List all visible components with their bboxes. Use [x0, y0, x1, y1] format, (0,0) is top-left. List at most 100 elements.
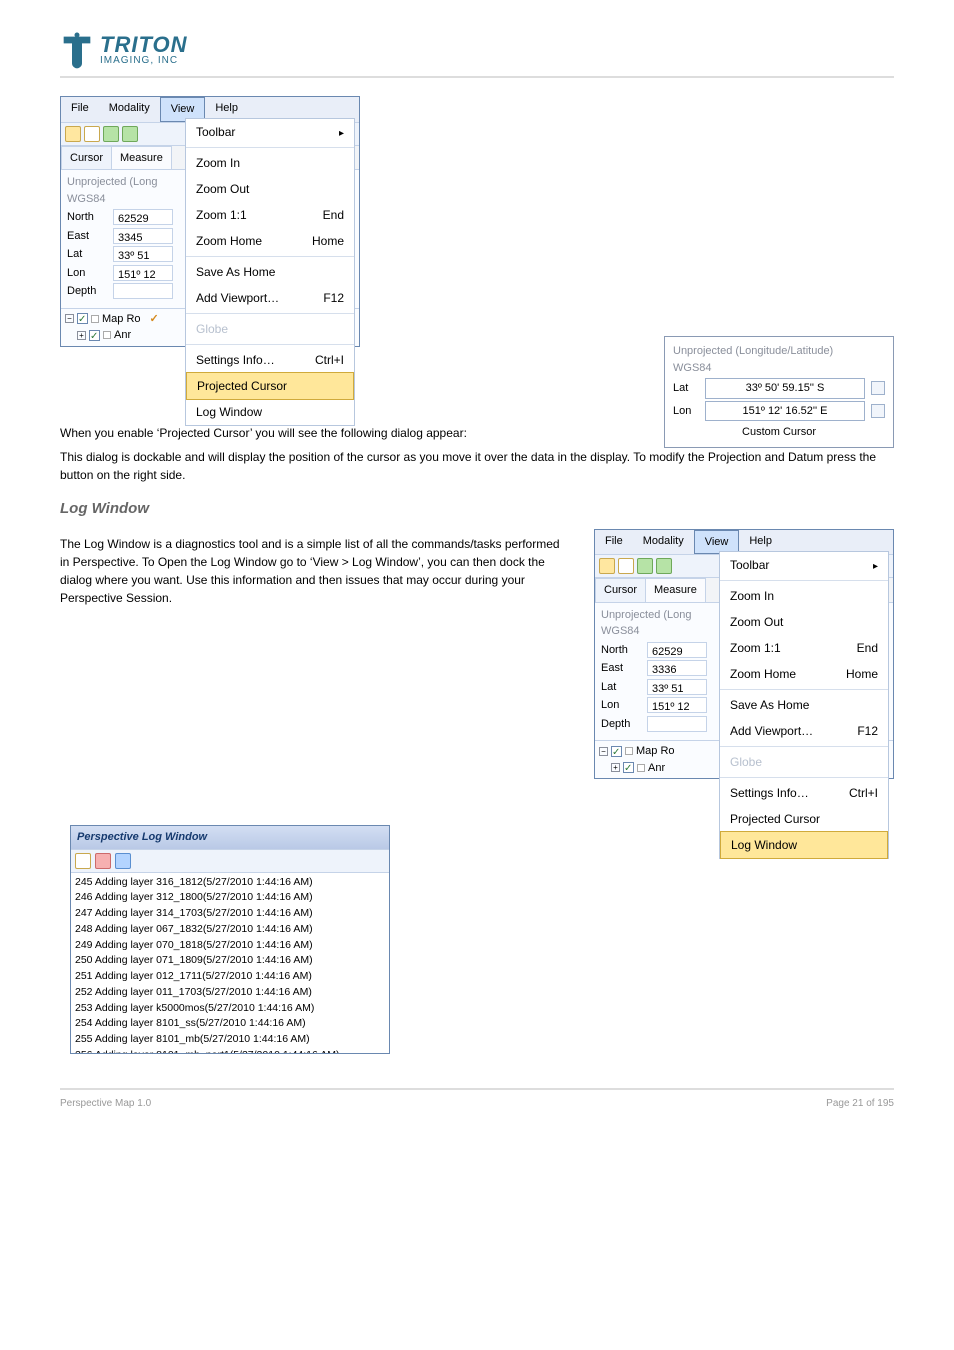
- menu2-zoom-out[interactable]: Zoom Out: [720, 609, 888, 635]
- tree2-child-label: Anr: [648, 760, 665, 777]
- menu-zoom-out[interactable]: Zoom Out: [186, 176, 354, 202]
- section-log-window-title: Log Window: [60, 498, 894, 521]
- brand-title: TRITON: [100, 34, 187, 56]
- lat2-value: 33º 51: [647, 679, 707, 695]
- tree-collapse-icon[interactable]: −: [65, 314, 74, 323]
- menu-zoom-in[interactable]: Zoom In: [186, 150, 354, 176]
- log-line: 253 Adding layer k5000mos(5/27/2010 1:44…: [75, 1001, 385, 1017]
- depth-label: Depth: [67, 283, 107, 300]
- perspective-log-window: Perspective Log Window 245 Adding layer …: [70, 825, 390, 1054]
- toolbar-icon-1[interactable]: [65, 126, 81, 142]
- lat2-label: Lat: [601, 679, 641, 696]
- brand-logo: TRITON IMAGING, INC: [60, 30, 894, 70]
- toolbar2-icon-4[interactable]: [656, 558, 672, 574]
- view-dropdown-2: Toolbar Zoom In Zoom Out Zoom 1:1End Zoo…: [719, 551, 889, 859]
- log-tb-new-icon[interactable]: [75, 853, 91, 869]
- menu2-settings-info[interactable]: Settings Info…Ctrl+I: [720, 780, 888, 806]
- log-tb-close-icon[interactable]: [95, 853, 111, 869]
- toolbar-icon-3[interactable]: [103, 126, 119, 142]
- log-line: 256 Adding layer 8101_mb_part1(5/27/2010…: [75, 1048, 385, 1053]
- menu-zoom-home[interactable]: Zoom HomeHome: [186, 228, 354, 254]
- pc-lat-button[interactable]: [871, 381, 885, 395]
- tab2-cursor[interactable]: Cursor: [595, 578, 646, 602]
- menu2-zoom-home[interactable]: Zoom HomeHome: [720, 661, 888, 687]
- tree-child-check[interactable]: [89, 330, 100, 341]
- tab-cursor[interactable]: Cursor: [61, 146, 112, 170]
- toolbar2-icon-3[interactable]: [637, 558, 653, 574]
- menu-toolbar[interactable]: Toolbar: [186, 119, 354, 145]
- tree2-collapse-icon[interactable]: −: [599, 747, 608, 756]
- pc-custom-cursor: Custom Cursor: [673, 424, 885, 441]
- log-line: 251 Adding layer 012_1711(5/27/2010 1:44…: [75, 969, 385, 985]
- menu2-add-viewport[interactable]: Add Viewport…F12: [720, 718, 888, 744]
- tree2-child-check[interactable]: [623, 762, 634, 773]
- body-text-2: This dialog is dockable and will display…: [60, 448, 894, 484]
- menu2-zoom-11[interactable]: Zoom 1:1End: [720, 635, 888, 661]
- pc-lat-label: Lat: [673, 380, 699, 397]
- menu-log-window[interactable]: Log Window: [186, 399, 354, 425]
- log-line: 246 Adding layer 312_1800(5/27/2010 1:44…: [75, 890, 385, 906]
- log-line: 254 Adding layer 8101_ss(5/27/2010 1:44:…: [75, 1016, 385, 1032]
- log-line: 247 Adding layer 314_1703(5/27/2010 1:44…: [75, 906, 385, 922]
- lat-label: Lat: [67, 246, 107, 263]
- tree-root-check[interactable]: [77, 313, 88, 324]
- menu-save-home[interactable]: Save As Home: [186, 259, 354, 285]
- tree2-root-check[interactable]: [611, 746, 622, 757]
- lon2-label: Lon: [601, 697, 641, 714]
- menu-zoom-11[interactable]: Zoom 1:1End: [186, 202, 354, 228]
- menu-add-viewport[interactable]: Add Viewport…F12: [186, 285, 354, 311]
- triton-icon: [60, 30, 94, 70]
- menu2-log-window[interactable]: Log Window: [720, 831, 888, 859]
- brand-subtitle: IMAGING, INC: [100, 56, 187, 66]
- menu-modality[interactable]: Modality: [99, 97, 160, 122]
- tab-measure[interactable]: Measure: [111, 146, 172, 170]
- pc-lon-value: 151º 12' 16.52'' E: [705, 401, 865, 422]
- menu2-zoom-in[interactable]: Zoom In: [720, 583, 888, 609]
- menu-settings-info[interactable]: Settings Info…Ctrl+I: [186, 347, 354, 373]
- menu-globe: Globe: [186, 316, 354, 342]
- depth2-label: Depth: [601, 716, 641, 733]
- footer-right: Page 21 of 195: [826, 1096, 894, 1111]
- tree-child-label: Anr: [114, 327, 131, 344]
- north-value: 62529: [113, 209, 173, 225]
- toolbar2-icon-1[interactable]: [599, 558, 615, 574]
- log-tb-save-icon[interactable]: [115, 853, 131, 869]
- menu2-toolbar[interactable]: Toolbar: [720, 552, 888, 578]
- log-window-title: Perspective Log Window: [71, 826, 389, 849]
- log-list[interactable]: 245 Adding layer 316_1812(5/27/2010 1:44…: [71, 873, 389, 1053]
- east2-label: East: [601, 660, 641, 677]
- east2-value: 3336: [647, 660, 707, 676]
- log-line: 248 Adding layer 067_1832(5/27/2010 1:44…: [75, 922, 385, 938]
- toolbar-icon-4[interactable]: [122, 126, 138, 142]
- menu-projected-cursor[interactable]: Projected Cursor: [186, 372, 354, 400]
- projected-cursor-dialog: Unprojected (Longitude/Latitude) WGS84 L…: [664, 336, 894, 448]
- footer-left: Perspective Map 1.0: [60, 1096, 151, 1111]
- east-label: East: [67, 228, 107, 245]
- lon-value: 151º 12: [113, 265, 173, 281]
- toolbar-icon-2[interactable]: [84, 126, 100, 142]
- log-line: 255 Adding layer 8101_mb(5/27/2010 1:44:…: [75, 1032, 385, 1048]
- log-line: 250 Adding layer 071_1809(5/27/2010 1:44…: [75, 953, 385, 969]
- menu2-save-home[interactable]: Save As Home: [720, 692, 888, 718]
- depth2-value: [647, 716, 707, 732]
- tree2-root-label: Map Ro: [636, 743, 675, 760]
- tree2-expand-icon[interactable]: +: [611, 763, 620, 772]
- lon2-value: 151º 12: [647, 697, 707, 713]
- menu2-modality[interactable]: Modality: [633, 530, 694, 555]
- pc-lon-button[interactable]: [871, 404, 885, 418]
- menu2-globe: Globe: [720, 749, 888, 775]
- north2-value: 62529: [647, 642, 707, 658]
- log-line: 252 Adding layer 011_1703(5/27/2010 1:44…: [75, 985, 385, 1001]
- tree-expand-icon[interactable]: +: [77, 331, 86, 340]
- proj-cursor-check-icon: [150, 311, 159, 328]
- menu2-file[interactable]: File: [595, 530, 633, 555]
- east-value: 3345: [113, 228, 173, 244]
- menu-file[interactable]: File: [61, 97, 99, 122]
- toolbar2-icon-2[interactable]: [618, 558, 634, 574]
- north2-label: North: [601, 642, 641, 659]
- tab2-measure[interactable]: Measure: [645, 578, 706, 602]
- pc-lon-label: Lon: [673, 403, 699, 420]
- menu2-projected-cursor[interactable]: Projected Cursor: [720, 806, 888, 832]
- lon-label: Lon: [67, 265, 107, 282]
- depth-value: [113, 283, 173, 299]
